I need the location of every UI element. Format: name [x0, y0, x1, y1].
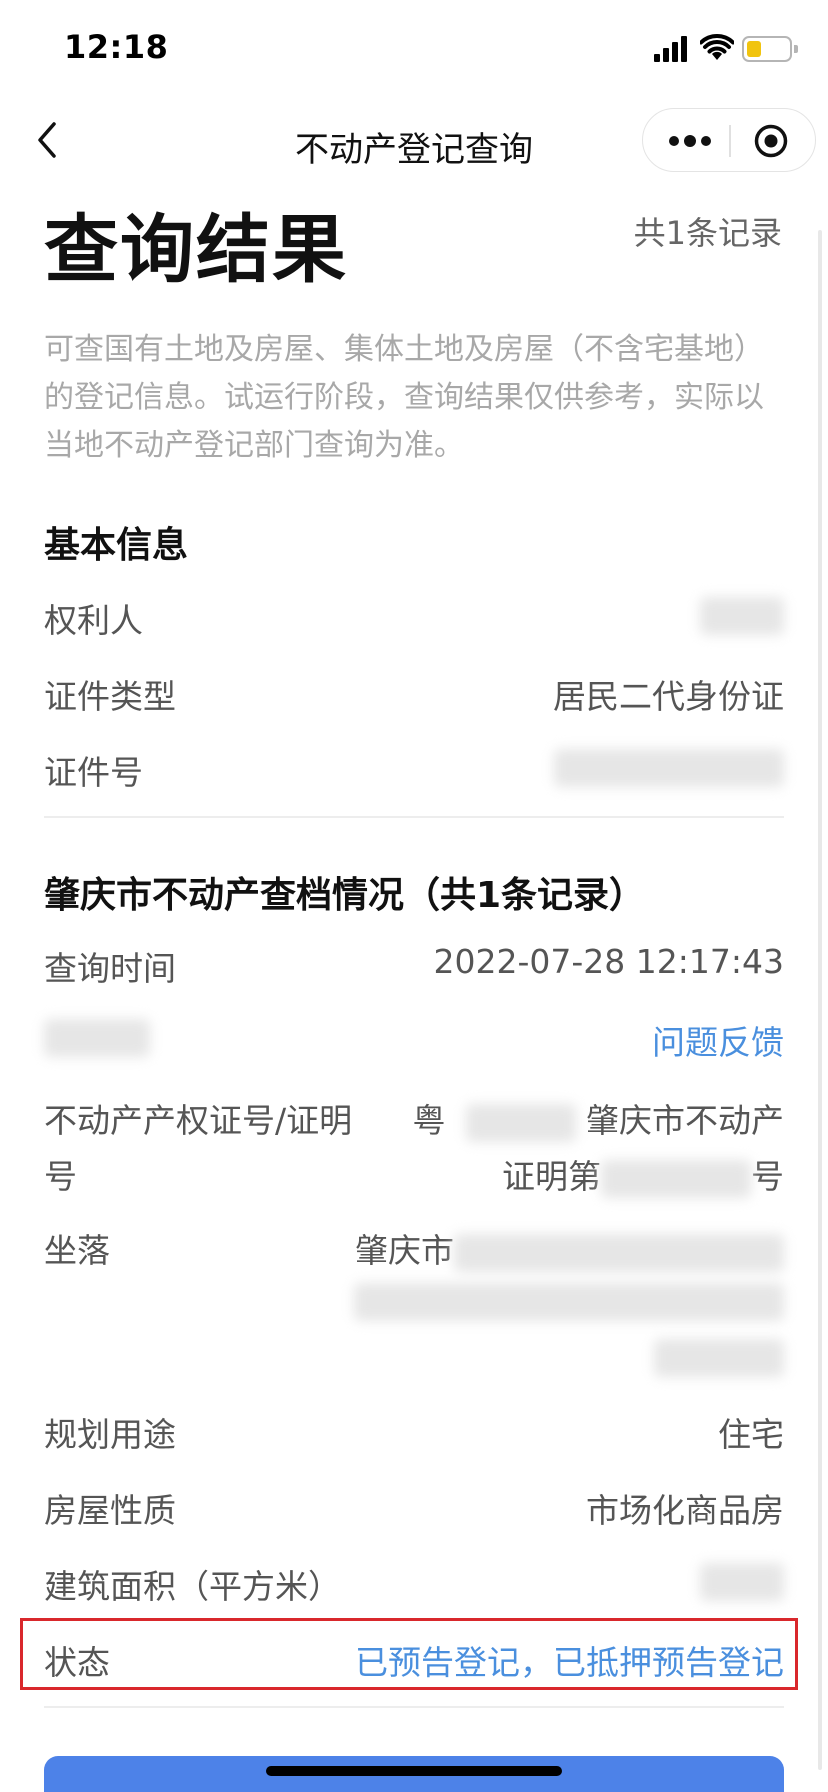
location-prefix: 肇庆市: [355, 1231, 454, 1270]
capsule-divider: [729, 125, 731, 157]
status-time: 12:18: [64, 28, 169, 66]
archive-title: 肇庆市不动产查档情况（共1条记录）: [44, 875, 646, 916]
close-target-icon[interactable]: [753, 123, 789, 159]
certificate-line2-suffix: 号: [751, 1157, 784, 1196]
location-value-line3: [654, 1336, 784, 1377]
certificate-label-line1: 不动产产权证号/证明: [44, 1101, 353, 1140]
home-indicator[interactable]: [266, 1766, 562, 1776]
scrollbar[interactable]: [818, 230, 822, 1770]
record-name-redacted: [44, 1016, 150, 1057]
feedback-link[interactable]: 问题反馈: [652, 1016, 784, 1064]
certificate-value-line2: 证明第 号: [502, 1150, 784, 1198]
owner-value-redacted: [700, 594, 784, 635]
mini-program-capsule: [642, 108, 816, 172]
id-type-label: 证件类型: [44, 677, 176, 716]
notice-text: 可查国有土地及房屋、集体土地及房屋（不含宅基地）的登记信息。试运行阶段，查询结果…: [44, 332, 764, 463]
status-highlight-box: [20, 1618, 798, 1690]
usage-value: 住宅: [718, 1415, 784, 1454]
certificate-mid: 肇庆市不动产: [586, 1101, 784, 1140]
area-value-redacted: [700, 1560, 784, 1601]
nature-value: 市场化商品房: [586, 1491, 784, 1530]
page-title: 查询结果: [44, 207, 348, 293]
location-value-line1: 肇庆市: [355, 1224, 784, 1272]
id-type-value: 居民二代身份证: [553, 677, 784, 716]
query-time-label: 查询时间: [44, 949, 176, 988]
navigation-bar: 不动产登记查询: [0, 96, 828, 186]
cellular-signal-icon: [654, 36, 688, 62]
id-number-value-redacted: [554, 746, 784, 787]
certificate-value-line1: 粤 肇庆市不动产: [412, 1094, 784, 1142]
location-row: 坐落 肇庆市: [44, 1224, 784, 1377]
certificate-line2-prefix: 证明第: [502, 1157, 601, 1196]
location-value-line2: [354, 1280, 784, 1321]
certificate-label-line2: 号: [44, 1157, 77, 1196]
section-divider-bottom: [44, 1706, 784, 1708]
basic-info-title: 基本信息: [44, 525, 189, 566]
wifi-icon: [700, 34, 734, 60]
usage-label: 规划用途: [44, 1415, 176, 1454]
nature-label: 房屋性质: [44, 1491, 176, 1530]
record-count: 共1条记录: [633, 214, 782, 252]
location-label: 坐落: [44, 1231, 110, 1270]
battery-icon: [742, 36, 798, 62]
certificate-prefix: 粤: [412, 1101, 446, 1140]
id-number-label: 证件号: [44, 753, 143, 792]
more-dots-icon[interactable]: [667, 129, 713, 153]
certificate-row: 不动产产权证号/证明 号 粤 肇庆市不动产 证明第 号: [44, 1094, 784, 1198]
area-label: 建筑面积（平方米）: [44, 1567, 341, 1606]
section-divider: [44, 816, 784, 818]
status-bar: 12:18: [0, 0, 828, 96]
owner-label: 权利人: [44, 601, 143, 640]
query-time-value: 2022-07-28 12:17:43: [433, 942, 784, 981]
